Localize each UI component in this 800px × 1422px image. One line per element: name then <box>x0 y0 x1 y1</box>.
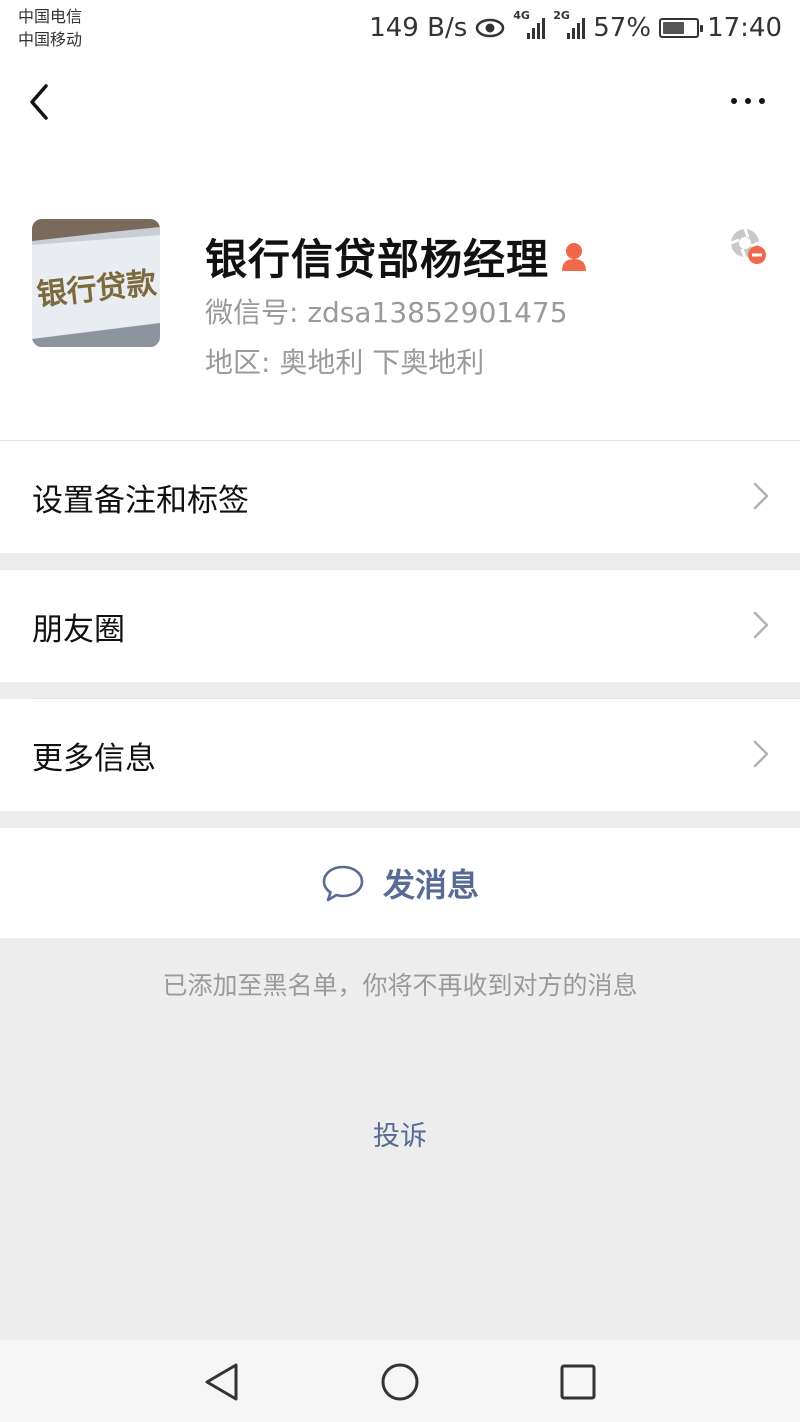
remark-tags-row[interactable]: 设置备注和标签 <box>0 441 800 553</box>
moments-label: 朋友圈 <box>32 611 125 648</box>
profile-card: 银行贷款 银行信贷部杨经理 微信号: zdsa13852901475 地区: 奥… <box>0 146 800 440</box>
status-indicators: 149 B/s 4G 2G 57% 17:40 <box>369 9 782 46</box>
wechat-id: 微信号: zdsa13852901475 <box>205 296 568 329</box>
clock: 17:40 <box>707 13 782 43</box>
more-info-row[interactable]: 更多信息 <box>0 699 800 811</box>
battery-icon <box>659 18 704 38</box>
net-speed: 149 B/s <box>369 13 468 43</box>
carrier-info: 中国电信 中国移动 <box>18 5 82 51</box>
send-message-button[interactable]: 发消息 <box>0 828 800 938</box>
nav-back-button[interactable] <box>198 1358 246 1406</box>
battery-percent: 57% <box>593 13 652 43</box>
more-dot <box>745 98 751 104</box>
top-nav <box>0 56 800 146</box>
send-message-label: 发消息 <box>382 866 479 904</box>
more-dot <box>759 98 765 104</box>
chevron-right-icon <box>753 482 769 510</box>
more-options-button[interactable] <box>726 86 770 116</box>
nav-recents-button[interactable] <box>554 1358 602 1406</box>
region: 地区: 奥地利 下奥地利 <box>205 346 485 379</box>
remark-tags-label: 设置备注和标签 <box>32 482 249 519</box>
more-dot <box>731 98 737 104</box>
blacklist-notice: 已添加至黑名单，你将不再收到对方的消息 <box>162 971 638 1000</box>
female-icon <box>562 242 587 271</box>
more-info-label: 更多信息 <box>32 740 156 777</box>
status-bar: 中国电信 中国移动 149 B/s 4G 2G 57% 17:40 <box>0 0 800 56</box>
eye-icon <box>476 18 505 38</box>
nickname: 银行信贷部杨经理 <box>205 235 550 284</box>
chevron-right-icon <box>753 740 769 768</box>
signal-2g-icon: 2G <box>553 9 586 39</box>
chevron-right-icon <box>753 611 769 639</box>
star-friend-disabled-icon[interactable] <box>728 226 768 266</box>
chevron-left-icon <box>30 84 48 120</box>
avatar-image: 银行贷款 <box>32 219 160 347</box>
system-nav-bar <box>0 1340 800 1422</box>
circle-home-icon <box>381 1363 419 1401</box>
moments-row[interactable]: 朋友圈 <box>0 570 800 682</box>
avatar[interactable]: 银行贷款 <box>32 219 160 347</box>
chat-bubble-icon <box>322 865 364 902</box>
complain-link[interactable]: 投诉 <box>0 1114 800 1153</box>
divider <box>32 698 800 699</box>
triangle-back-icon <box>205 1363 238 1401</box>
carrier-1: 中国电信 <box>18 7 83 26</box>
nickname-row: 银行信贷部杨经理 <box>205 226 589 287</box>
signal-4g-icon: 4G <box>513 9 546 39</box>
back-button[interactable] <box>24 78 64 126</box>
carrier-2: 中国移动 <box>18 30 83 49</box>
nav-home-button[interactable] <box>376 1358 424 1406</box>
square-recents-icon <box>560 1364 596 1400</box>
